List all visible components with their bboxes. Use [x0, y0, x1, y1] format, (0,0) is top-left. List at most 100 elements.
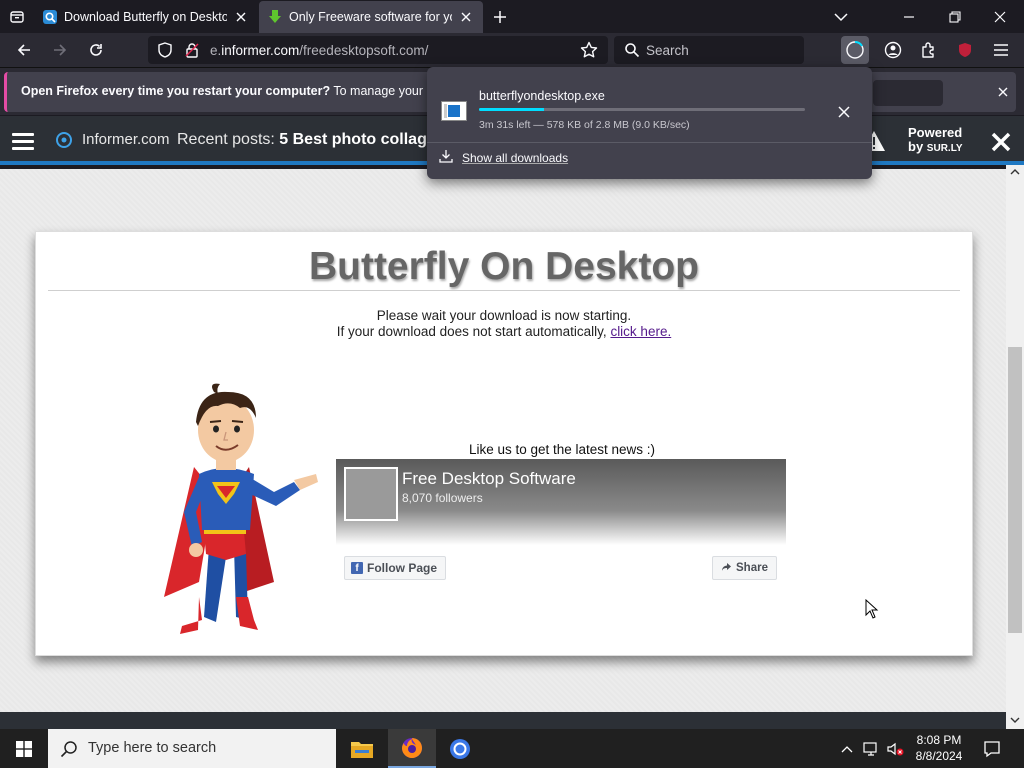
close-icon[interactable] [233, 9, 249, 25]
facebook-followers: 8,070 followers [402, 491, 483, 505]
url-text[interactable]: e.informer.com/freedesktopsoft.com/ [210, 43, 428, 58]
tab-list-icon[interactable] [0, 0, 33, 33]
powered-brand: SUR.LY [926, 143, 963, 154]
facebook-page-widget: Free Desktop Software 8,070 followers f … [336, 459, 786, 584]
facebook-icon: f [351, 562, 363, 574]
page-content: Butterfly On Desktop Please wait your do… [0, 169, 1006, 712]
powered-by-surly[interactable]: Powered by SUR.LY [908, 126, 963, 156]
network-icon[interactable] [860, 729, 882, 768]
firefox-icon[interactable] [388, 729, 436, 768]
recent-posts[interactable]: Recent posts: 5 Best photo collag... [177, 131, 440, 149]
tab-only-freeware[interactable]: Only Freeware software for your [259, 1, 483, 33]
forward-icon[interactable] [46, 36, 74, 64]
restore-icon[interactable] [933, 0, 977, 33]
follow-page-button[interactable]: f Follow Page [344, 556, 447, 580]
facebook-page-thumbnail[interactable] [344, 467, 398, 521]
url-bar[interactable]: e.informer.com/freedesktopsoft.com/ [148, 36, 608, 64]
notification-title: Open Firefox every time you restart your… [21, 84, 331, 98]
volume-muted-icon[interactable] [884, 729, 906, 768]
close-icon[interactable] [990, 131, 1012, 153]
download-card: Butterfly On Desktop Please wait your do… [35, 231, 973, 656]
title-divider [48, 290, 960, 291]
scroll-down-icon[interactable] [1009, 714, 1021, 726]
lock-icon[interactable] [184, 42, 200, 63]
facebook-page-name[interactable]: Free Desktop Software [402, 469, 576, 489]
download-fallback-message: If your download does not start automati… [36, 324, 972, 339]
chrome-icon[interactable] [436, 729, 484, 768]
clock-time: 8:08 PM [916, 733, 962, 747]
search-favicon [42, 9, 58, 25]
vertical-scrollbar[interactable] [1006, 165, 1024, 729]
page-title: Butterfly On Desktop [308, 245, 700, 288]
chevron-down-icon[interactable] [819, 0, 863, 33]
tray-chevron-up-icon[interactable] [838, 729, 856, 768]
exe-file-icon [441, 101, 467, 121]
tab-download-butterfly[interactable]: Download Butterfly on Desktop [34, 1, 258, 33]
powered-by-label: by [908, 139, 924, 154]
download-favicon [267, 9, 283, 25]
taskbar-search-placeholder: Type here to search [88, 740, 217, 756]
search-bar[interactable]: Search [614, 36, 804, 64]
panel-divider [427, 142, 872, 143]
tab-strip: Download Butterfly on Desktop Only Freew… [0, 0, 1024, 33]
follow-page-label: Follow Page [367, 561, 438, 575]
cancel-download-icon[interactable] [835, 103, 853, 121]
extensions-icon[interactable] [915, 36, 943, 64]
windows-start-icon[interactable] [0, 729, 48, 768]
download-message: Please wait your download is now startin… [376, 308, 632, 323]
hamburger-icon[interactable] [12, 133, 34, 151]
show-all-downloads-button[interactable]: Show all downloads [439, 149, 568, 166]
search-placeholder: Search [646, 43, 689, 58]
download-progress-bar [479, 108, 805, 111]
new-tab-icon[interactable] [487, 4, 513, 30]
menu-icon[interactable] [987, 36, 1015, 64]
shield-icon[interactable] [157, 42, 173, 63]
window-close-icon[interactable] [978, 0, 1022, 33]
show-all-downloads-label: Show all downloads [462, 150, 569, 165]
like-us-text: Like us to get the latest news :) [468, 442, 656, 457]
share-icon [721, 562, 732, 575]
taskbar-clock[interactable]: 8:08 PM 8/8/2024 [904, 732, 974, 764]
star-icon[interactable] [580, 41, 598, 64]
download-progress-icon[interactable] [841, 36, 869, 64]
scrollbar-thumb[interactable] [1008, 347, 1022, 633]
tab-title: Only Freeware software for your [289, 10, 452, 24]
addon-icon[interactable] [951, 36, 979, 64]
facebook-cover[interactable]: Free Desktop Software 8,070 followers [336, 459, 786, 545]
close-icon[interactable] [458, 9, 474, 25]
navigation-toolbar: e.informer.com/freedesktopsoft.com/ Sear… [0, 33, 1024, 80]
download-filename: butterflyondesktop.exe [479, 89, 605, 103]
recent-post-title[interactable]: 5 Best photo collag... [279, 131, 440, 148]
url-path: /freedesktopsoft.com/ [299, 43, 429, 58]
downloads-panel: butterflyondesktop.exe 3m 31s left — 578… [427, 67, 872, 179]
file-explorer-icon[interactable] [338, 729, 386, 768]
share-button[interactable]: Share [712, 556, 777, 580]
site-name-link[interactable]: Informer.com [82, 131, 170, 148]
notification-action-button[interactable] [873, 80, 943, 106]
taskbar-search-box[interactable]: Type here to search [48, 729, 336, 768]
windows-taskbar: Type here to search 8:08 PM 8/8/2024 [0, 729, 1024, 768]
fallback-text: If your download does not start automati… [336, 324, 611, 339]
reload-icon[interactable] [82, 36, 110, 64]
download-icon [439, 149, 453, 166]
mouse-pointer-icon [865, 598, 879, 624]
informer-logo-icon[interactable] [56, 132, 72, 153]
back-icon[interactable] [10, 36, 38, 64]
page-footer-strip [0, 712, 1006, 729]
url-subdomain: e. [210, 43, 222, 58]
click-here-link[interactable]: click here. [610, 324, 671, 339]
scroll-up-icon[interactable] [1009, 166, 1021, 178]
powered-label: Powered [908, 125, 963, 140]
account-icon[interactable] [879, 36, 907, 64]
minimize-icon[interactable] [887, 0, 931, 33]
search-icon [60, 740, 78, 763]
download-item[interactable]: butterflyondesktop.exe 3m 31s left — 578… [427, 73, 872, 133]
url-domain: informer.com [221, 43, 300, 58]
notification-text: Open Firefox every time you restart your… [21, 84, 453, 98]
recent-posts-label: Recent posts: [177, 131, 280, 148]
download-status: 3m 31s left — 578 KB of 2.8 MB (9.0 KB/s… [479, 119, 690, 131]
download-progress-fill [479, 108, 545, 111]
close-icon[interactable] [995, 84, 1011, 100]
notifications-icon[interactable] [978, 729, 1006, 768]
tab-title: Download Butterfly on Desktop [64, 10, 227, 24]
